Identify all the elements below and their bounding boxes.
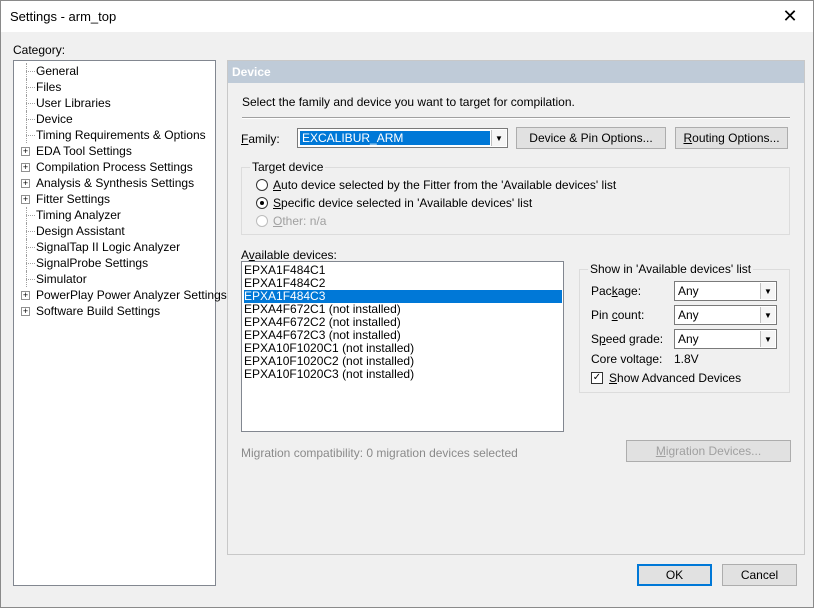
ok-button[interactable]: OK [637,564,712,586]
tree-item-label: PowerPlay Power Analyzer Settings [36,288,227,302]
tree-item[interactable]: + Compilation Process Settings [14,159,214,175]
checkmark-icon: ✓ [591,372,603,384]
tree-connector [26,95,36,111]
tree-item[interactable]: Files [14,79,214,95]
tree-item-label: Fitter Settings [36,192,111,206]
cancel-button[interactable]: Cancel [722,564,797,586]
core-voltage-value: 1.8V [674,352,699,366]
device-list-item[interactable]: EPXA10F1020C3 (not installed) [244,368,414,381]
tree-connector [26,79,36,95]
tree-item-label: Timing Requirements & Options [36,128,206,142]
settings-dialog: Settings - arm_top ✕ Category: General Fi… [0,0,814,608]
pin-count-value: Any [678,308,699,322]
tree-item[interactable]: + EDA Tool Settings [14,143,214,159]
auto-device-radio[interactable]: Auto device selected by the Fitter from … [256,178,616,192]
tree-item-label: Design Assistant [36,224,125,238]
tree-connector [26,223,36,239]
tree-item[interactable]: + Fitter Settings [14,191,214,207]
tree-item[interactable]: Device [14,111,214,127]
package-value: Any [678,284,699,298]
expand-icon[interactable]: + [21,291,30,300]
package-label: Package: [591,284,642,298]
tree-item[interactable]: Simulator [14,271,214,287]
speed-grade-label: Speed grade: [591,332,664,346]
tree-connector [26,207,36,223]
tree-item-label: Analysis & Synthesis Settings [36,176,195,190]
tree-connector [26,255,36,271]
tree-item-label: Software Build Settings [36,304,161,318]
category-tree[interactable]: General Files User Libraries Device Timing R… [13,60,227,586]
tree-item-label: Compilation Process Settings [36,160,193,174]
pin-count-label: Pin count: [591,308,645,322]
chevron-down-icon[interactable]: ▼ [760,283,775,299]
window-title: Settings - arm_top [10,9,117,24]
tree-item-label: Device [36,112,73,126]
family-select[interactable]: EXCALIBUR_ARM ▼ [297,128,508,148]
category-label: Category: [13,43,66,57]
tree-connector [26,127,36,143]
speed-grade-select[interactable]: Any ▼ [674,329,777,349]
tree-item[interactable]: SignalTap II Logic Analyzer [14,239,214,255]
panel-description: Select the family and device you want to… [242,95,575,109]
radio-icon [256,179,268,191]
tree-item-label: Simulator [36,272,87,286]
tree-item[interactable]: + Software Build Settings [14,303,214,319]
tree-item-label: General [36,64,79,78]
tree-connector [26,239,36,255]
radio-selected-icon [256,197,268,209]
tree-item[interactable]: + PowerPlay Power Analyzer Settings [14,287,227,303]
panel-title: Device [232,65,271,79]
specific-device-radio[interactable]: Specific device selected in 'Available d… [256,196,532,210]
chevron-down-icon[interactable]: ▼ [491,130,506,146]
tree-item[interactable]: + Analysis & Synthesis Settings [14,175,214,191]
tree-connector [26,271,36,287]
chevron-down-icon[interactable]: ▼ [760,307,775,323]
radio-icon [256,215,268,227]
panel-header: Device [228,61,804,83]
tree-item-label: SignalProbe Settings [36,256,149,270]
pin-count-select[interactable]: Any ▼ [674,305,777,325]
migration-compatibility-text: Migration compatibility: 0 migration dev… [241,446,518,460]
divider [242,117,790,119]
show-in-list-title: Show in 'Available devices' list [588,262,754,276]
expand-icon[interactable]: + [21,163,30,172]
expand-icon[interactable]: + [21,195,30,204]
tree-item-label: EDA Tool Settings [36,144,132,158]
tree-item-label: SignalTap II Logic Analyzer [36,240,181,254]
available-devices-list[interactable]: EPXA1F484C1 EPXA1F484C2 EPXA1F484C3 EPXA4F6… [241,261,564,432]
tree-item-label: User Libraries [36,96,111,110]
available-devices-label: Available devices: [241,248,337,262]
tree-item[interactable]: Timing Requirements & Options [14,127,214,143]
migration-devices-button[interactable]: Migration Devices... [626,440,791,462]
tree-item[interactable]: Timing Analyzer [14,207,214,223]
chevron-down-icon[interactable]: ▼ [760,331,775,347]
tree-item[interactable]: User Libraries [14,95,214,111]
tree-item[interactable]: SignalProbe Settings [14,255,214,271]
family-value: EXCALIBUR_ARM [300,131,490,145]
speed-grade-value: Any [678,332,699,346]
tree-connector [26,111,36,127]
routing-options-button[interactable]: Routing Options... [675,127,788,149]
tree-item[interactable]: General [14,63,214,79]
tree-item[interactable]: Design Assistant [14,223,214,239]
tree-item-label: Timing Analyzer [36,208,121,222]
tree-connector [26,63,36,79]
family-label: Family: [241,132,280,146]
tree-item-label: Files [36,80,62,94]
title-bar: Settings - arm_top ✕ [1,1,813,32]
show-advanced-devices-checkbox[interactable]: ✓ Show Advanced Devices [591,371,741,385]
target-device-title: Target device [250,160,326,174]
expand-icon[interactable]: + [21,307,30,316]
other-device-radio[interactable]: Other: n/a [256,214,326,228]
device-pin-options-button[interactable]: Device & Pin Options... [516,127,666,149]
close-icon[interactable]: ✕ [767,1,813,32]
expand-icon[interactable]: + [21,147,30,156]
package-select[interactable]: Any ▼ [674,281,777,301]
expand-icon[interactable]: + [21,179,30,188]
core-voltage-label: Core voltage: [591,352,663,366]
